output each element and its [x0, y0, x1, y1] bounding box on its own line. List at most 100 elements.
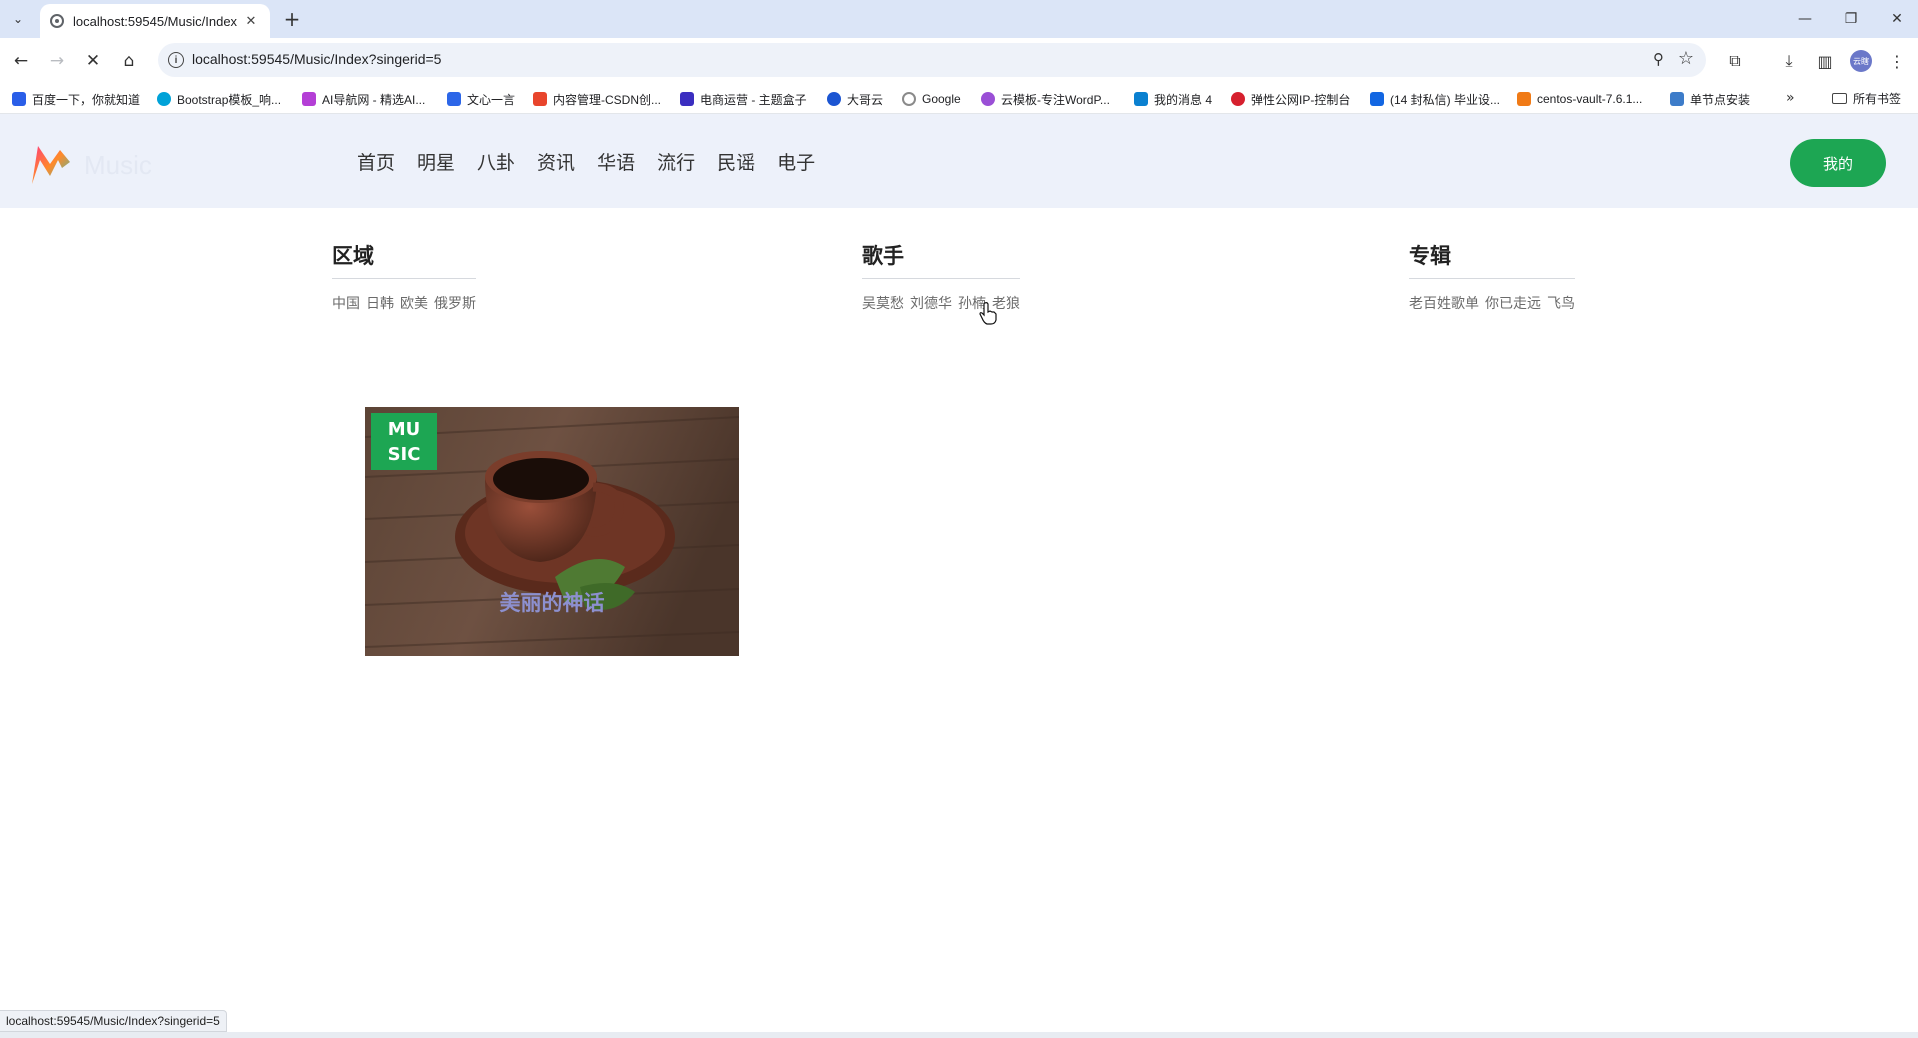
bookmark-label: 电商运营 - 主题盒子 — [700, 92, 807, 107]
bookmark-item[interactable]: Google — [902, 90, 961, 108]
folder-icon — [1832, 93, 1847, 104]
song-card[interactable]: MU SIC 美丽的神话 — [365, 407, 739, 656]
song-title[interactable]: 美丽的神话 — [365, 587, 739, 617]
browser-tab-bar: ⌄ localhost:59545/Music/Index ✕ + — ❐ ✕ — [0, 0, 1918, 38]
album-filter: 专辑 老百姓歌单 你已走远 飞鸟 — [1409, 240, 1575, 313]
nav-stars[interactable]: 明星 — [417, 148, 455, 175]
music-logo-icon[interactable] — [30, 142, 74, 186]
nav-gossip[interactable]: 八卦 — [477, 148, 515, 175]
nav-electronic[interactable]: 电子 — [777, 148, 815, 175]
nav-chinese[interactable]: 华语 — [597, 148, 635, 175]
bookmark-favicon-icon — [1670, 92, 1684, 106]
album-link[interactable]: 你已走远 — [1485, 293, 1541, 313]
menu-kebab-icon[interactable]: ⋮ — [1886, 50, 1908, 72]
region-link[interactable]: 中国 — [332, 293, 360, 313]
bookmark-label: Google — [922, 92, 961, 106]
bookmark-label: 我的消息 4 — [1154, 92, 1213, 107]
mine-button[interactable]: 我的 — [1790, 139, 1886, 187]
region-link[interactable]: 俄罗斯 — [434, 293, 476, 313]
bookmark-favicon-icon — [1370, 92, 1384, 106]
bookmark-label: (14 封私信) 毕业设... — [1390, 92, 1501, 107]
status-bar-url: localhost:59545/Music/Index?singerid=5 — [0, 1010, 227, 1032]
browser-tab[interactable]: localhost:59545/Music/Index ✕ — [40, 4, 270, 38]
globe-icon — [50, 14, 64, 28]
bookmark-item[interactable]: Bootstrap模板_响... — [157, 90, 281, 108]
album-link[interactable]: 飞鸟 — [1547, 293, 1575, 313]
bookmark-item[interactable]: 内容管理-CSDN创... — [533, 90, 661, 108]
nav-pop[interactable]: 流行 — [657, 148, 695, 175]
singer-link[interactable]: 刘德华 — [910, 293, 952, 313]
bookmark-label: 单节点安装 — [1690, 92, 1751, 107]
album-filter-title: 专辑 — [1409, 240, 1575, 279]
google-icon — [902, 92, 916, 106]
bookmark-favicon-icon — [1134, 92, 1148, 106]
bookmark-item[interactable]: 电商运营 - 主题盒子 — [680, 90, 807, 108]
bookmark-label: Bootstrap模板_响... — [177, 92, 282, 107]
bookmark-label: 云模板-专注WordP... — [1001, 92, 1110, 107]
address-url[interactable]: localhost:59545/Music/Index?singerid=5 — [192, 51, 441, 67]
bookmark-item[interactable]: (14 封私信) 毕业设... — [1370, 90, 1500, 108]
bookmark-item[interactable]: 我的消息 4 — [1134, 90, 1212, 108]
restore-icon[interactable]: ❐ — [1836, 6, 1866, 32]
bookmark-item[interactable]: 弹性公网IP-控制台 — [1231, 90, 1350, 108]
logo-text: Music — [84, 150, 152, 180]
close-tab-icon[interactable]: ✕ — [242, 12, 260, 30]
main-nav: 首页 明星 八卦 资讯 华语 流行 民谣 电子 — [357, 148, 837, 175]
bookmark-favicon-icon — [157, 92, 171, 106]
bookmark-item[interactable]: centos-vault-7.6.1... — [1517, 90, 1642, 108]
bookmark-favicon-icon — [981, 92, 995, 106]
more-bookmarks-icon[interactable]: » — [1786, 90, 1795, 106]
nav-folk[interactable]: 民谣 — [717, 148, 755, 175]
minimize-icon[interactable]: — — [1790, 6, 1820, 32]
bookmark-label: 大哥云 — [847, 92, 884, 107]
all-bookmarks[interactable]: 所有书签 — [1832, 90, 1901, 107]
region-link[interactable]: 日韩 — [366, 293, 394, 313]
home-icon[interactable]: ⌂ — [116, 48, 142, 74]
nav-home[interactable]: 首页 — [357, 148, 395, 175]
close-window-icon[interactable]: ✕ — [1882, 6, 1912, 32]
hand-pointer-icon — [979, 302, 997, 325]
bookmark-item[interactable]: 云模板-专注WordP... — [981, 90, 1110, 108]
bookmark-favicon-icon — [533, 92, 547, 106]
back-icon[interactable]: ← — [8, 48, 34, 74]
tab-title: localhost:59545/Music/Index — [73, 13, 238, 29]
nav-news[interactable]: 资讯 — [537, 148, 575, 175]
region-link[interactable]: 欧美 — [400, 293, 428, 313]
bookmark-label: 弹性公网IP-控制台 — [1251, 92, 1351, 107]
bookmark-favicon-icon — [302, 92, 316, 106]
bookmark-label: AI导航网 - 精选AI... — [322, 92, 426, 107]
singer-link[interactable]: 吴莫愁 — [862, 293, 904, 313]
bookmarks-bar: 百度一下，你就知道 Bootstrap模板_响... AI导航网 - 精选AI.… — [0, 84, 1918, 114]
bookmark-item[interactable]: 大哥云 — [827, 90, 883, 108]
profile-avatar[interactable]: 云瞎 — [1850, 50, 1872, 72]
bookmark-item[interactable]: 文心一言 — [447, 90, 515, 108]
side-panel-icon[interactable]: ▥ — [1814, 50, 1836, 72]
bookmark-item[interactable]: AI导航网 - 精选AI... — [302, 90, 425, 108]
bookmark-favicon-icon — [680, 92, 694, 106]
new-tab-icon[interactable]: + — [280, 7, 304, 31]
region-filter: 区域 中国 日韩 欧美 俄罗斯 — [332, 240, 476, 313]
bookmark-label: 内容管理-CSDN创... — [553, 92, 662, 107]
bookmark-label: 文心一言 — [467, 92, 516, 107]
zoom-icon[interactable]: ⚲ — [1653, 50, 1664, 68]
address-bar[interactable]: i localhost:59545/Music/Index?singerid=5… — [158, 43, 1706, 77]
bookmark-item[interactable]: 单节点安装 — [1670, 90, 1750, 108]
singer-filter-title: 歌手 — [862, 240, 1020, 279]
stop-loading-icon[interactable]: ✕ — [80, 48, 106, 74]
extensions-icon[interactable]: ⧉ — [1724, 50, 1746, 72]
all-bookmarks-label: 所有书签 — [1853, 92, 1902, 106]
music-badge: MU SIC — [371, 413, 437, 470]
window-bottom-edge — [0, 1032, 1918, 1038]
bookmark-star-icon[interactable]: ☆ — [1678, 48, 1694, 69]
bookmark-favicon-icon — [827, 92, 841, 106]
bookmark-item[interactable]: 百度一下，你就知道 — [12, 90, 140, 108]
tab-search-chevron-icon[interactable]: ⌄ — [6, 8, 30, 30]
download-icon[interactable]: ⤓ — [1778, 50, 1800, 72]
bookmark-label: centos-vault-7.6.1... — [1537, 92, 1643, 106]
forward-icon[interactable]: → — [44, 48, 70, 74]
album-link[interactable]: 老百姓歌单 — [1409, 293, 1479, 313]
site-info-icon[interactable]: i — [168, 52, 184, 68]
browser-toolbar: ← → ✕ ⌂ i localhost:59545/Music/Index?si… — [0, 38, 1918, 84]
bookmark-favicon-icon — [1517, 92, 1531, 106]
region-filter-title: 区域 — [332, 240, 476, 279]
